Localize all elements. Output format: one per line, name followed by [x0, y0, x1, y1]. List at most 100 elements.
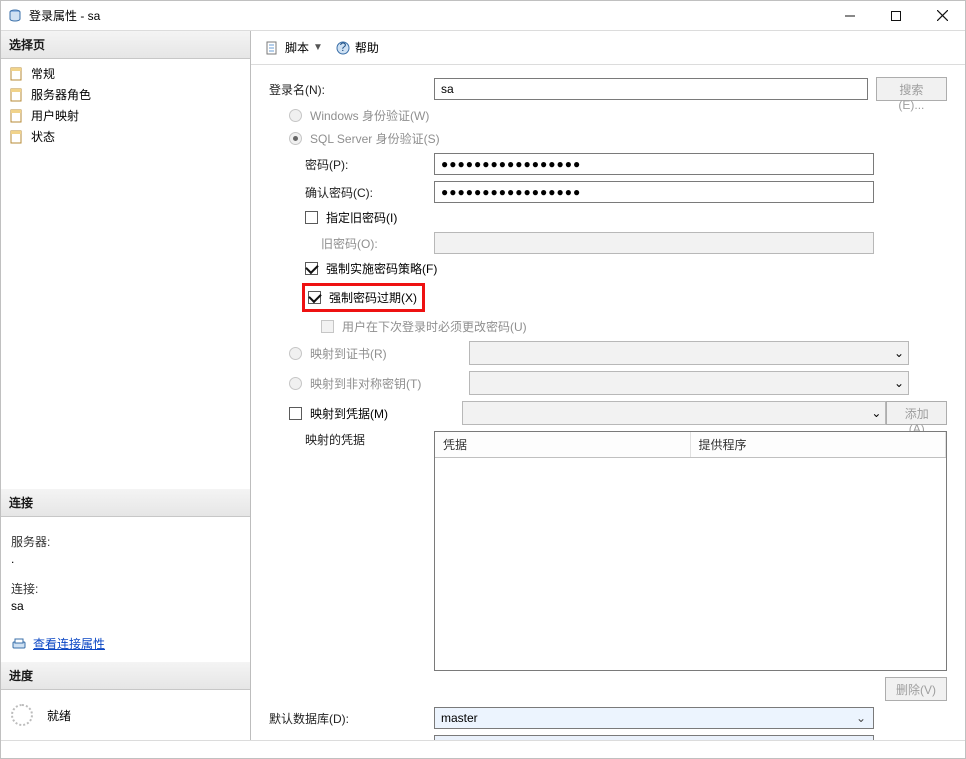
help-button[interactable]: ? 帮助 [331, 37, 383, 58]
maximize-button[interactable] [873, 1, 919, 30]
select-page-list: 常规 服务器角色 用户映射 状态 [1, 59, 250, 151]
login-properties-window: 登录属性 - sa 选择页 常规 服务器角色 [0, 0, 966, 759]
chevron-down-icon: ⌄ [871, 406, 881, 420]
connection-icon [11, 636, 27, 652]
checkbox-icon [308, 291, 321, 304]
col-credential: 凭据 [435, 432, 691, 457]
sidebar-item-general[interactable]: 常规 [1, 63, 250, 84]
checkbox-enforce-password-policy[interactable]: 强制实施密码策略(F) [305, 260, 437, 277]
radio-label: 映射到证书(R) [310, 345, 387, 362]
old-password-label: 旧密码(O): [269, 235, 434, 252]
script-button[interactable]: 脚本 ▼ [261, 37, 327, 58]
script-label: 脚本 [285, 39, 309, 56]
checkbox-icon [321, 320, 334, 333]
radio-icon [289, 377, 302, 390]
radio-icon [289, 347, 302, 360]
body: 选择页 常规 服务器角色 用户映射 [1, 31, 965, 740]
form-content: 登录名(N): sa 搜索(E)... Windows 身份验证(W) [251, 65, 965, 740]
default-database-label: 默认数据库(D): [269, 710, 434, 727]
sidebar-item-user-mapping[interactable]: 用户映射 [1, 105, 250, 126]
titlebar: 登录属性 - sa [1, 1, 965, 31]
checkbox-icon [305, 211, 318, 224]
page-icon [9, 66, 25, 82]
right-pane: 脚本 ▼ ? 帮助 登录名(N): sa 搜索(E)... [251, 31, 965, 740]
chevron-down-icon: ⌄ [853, 711, 869, 725]
server-value: . [11, 552, 240, 566]
sidebar-item-status[interactable]: 状态 [1, 126, 250, 147]
window-title: 登录属性 - sa [29, 7, 827, 24]
svg-text:?: ? [340, 40, 347, 54]
connection-label: 连接: [11, 580, 240, 597]
password-input[interactable]: ●●●●●●●●●●●●●●●●● [434, 153, 874, 175]
chevron-down-icon: ⌄ [894, 376, 904, 390]
checkbox-map-to-credential[interactable]: 映射到凭据(M) [289, 405, 462, 422]
radio-label: 映射到非对称密钥(T) [310, 375, 421, 392]
left-pane: 选择页 常规 服务器角色 用户映射 [1, 31, 251, 740]
footer [1, 740, 965, 758]
sidebar-item-label: 常规 [31, 65, 55, 82]
connection-header: 连接 [1, 489, 250, 517]
col-provider: 提供程序 [691, 432, 947, 457]
mapped-credentials-label: 映射的凭据 [269, 431, 434, 448]
checkbox-icon [289, 407, 302, 420]
old-password-input [434, 232, 874, 254]
chevron-down-icon: ▼ [313, 42, 323, 53]
sidebar-item-server-roles[interactable]: 服务器角色 [1, 84, 250, 105]
sidebar-item-label: 用户映射 [31, 107, 79, 124]
search-button: 搜索(E)... [876, 77, 947, 101]
confirm-password-label: 确认密码(C): [269, 184, 434, 201]
progress-header: 进度 [1, 662, 250, 690]
server-label: 服务器: [11, 533, 240, 550]
checkbox-icon [305, 262, 318, 275]
login-name-input[interactable]: sa [434, 78, 868, 100]
select-page-header: 选择页 [1, 31, 250, 59]
certificate-select: ⌄ [469, 341, 909, 365]
checkbox-label: 用户在下次登录时必须更改密码(U) [342, 318, 527, 335]
help-label: 帮助 [355, 39, 379, 56]
checkbox-label: 强制密码过期(X) [329, 289, 417, 306]
chevron-down-icon: ⌄ [894, 346, 904, 360]
database-icon [7, 8, 23, 24]
credential-select: ⌄ [462, 401, 886, 425]
radio-sql-auth: SQL Server 身份验证(S) [289, 130, 440, 147]
confirm-password-input[interactable]: ●●●●●●●●●●●●●●●●● [434, 181, 874, 203]
page-icon [9, 129, 25, 145]
sidebar-item-label: 服务器角色 [31, 86, 91, 103]
checkbox-specify-old-password[interactable]: 指定旧密码(I) [305, 209, 397, 226]
help-icon: ? [335, 40, 351, 56]
checkbox-label: 指定旧密码(I) [326, 209, 397, 226]
add-credential-button: 添加(A) [886, 401, 947, 425]
connection-section: 服务器: . 连接: sa 查看连接属性 [1, 517, 250, 662]
radio-windows-auth: Windows 身份验证(W) [289, 107, 429, 124]
page-icon [9, 108, 25, 124]
checkbox-must-change-password: 用户在下次登录时必须更改密码(U) [321, 318, 527, 335]
window-controls [827, 1, 965, 30]
highlight-enforce-expire: 强制密码过期(X) [302, 283, 425, 312]
radio-map-to-certificate: 映射到证书(R) [289, 345, 469, 362]
mapped-credentials-list[interactable]: 凭据 提供程序 [434, 431, 947, 671]
default-database-select[interactable]: master ⌄ [434, 707, 874, 729]
radio-label: Windows 身份验证(W) [310, 107, 429, 124]
link-label: 查看连接属性 [33, 635, 105, 652]
radio-icon [289, 132, 302, 145]
progress-section: 就绪 [1, 690, 250, 740]
page-icon [9, 87, 25, 103]
list-header: 凭据 提供程序 [435, 432, 946, 458]
view-connection-properties-link[interactable]: 查看连接属性 [11, 635, 240, 652]
sidebar-item-label: 状态 [31, 128, 55, 145]
minimize-button[interactable] [827, 1, 873, 30]
radio-map-to-asym-key: 映射到非对称密钥(T) [289, 375, 469, 392]
radio-label: SQL Server 身份验证(S) [310, 130, 440, 147]
toolbar: 脚本 ▼ ? 帮助 [251, 31, 965, 65]
close-button[interactable] [919, 1, 965, 30]
progress-status: 就绪 [47, 707, 71, 724]
script-icon [265, 40, 281, 56]
checkbox-label: 强制实施密码策略(F) [326, 260, 437, 277]
asym-key-select: ⌄ [469, 371, 909, 395]
connection-value: sa [11, 599, 240, 613]
checkbox-enforce-password-expiration[interactable]: 强制密码过期(X) [308, 289, 417, 306]
combo-value: master [441, 711, 478, 725]
remove-credential-button: 删除(V) [885, 677, 947, 701]
password-label: 密码(P): [269, 156, 434, 173]
checkbox-label: 映射到凭据(M) [310, 405, 388, 422]
